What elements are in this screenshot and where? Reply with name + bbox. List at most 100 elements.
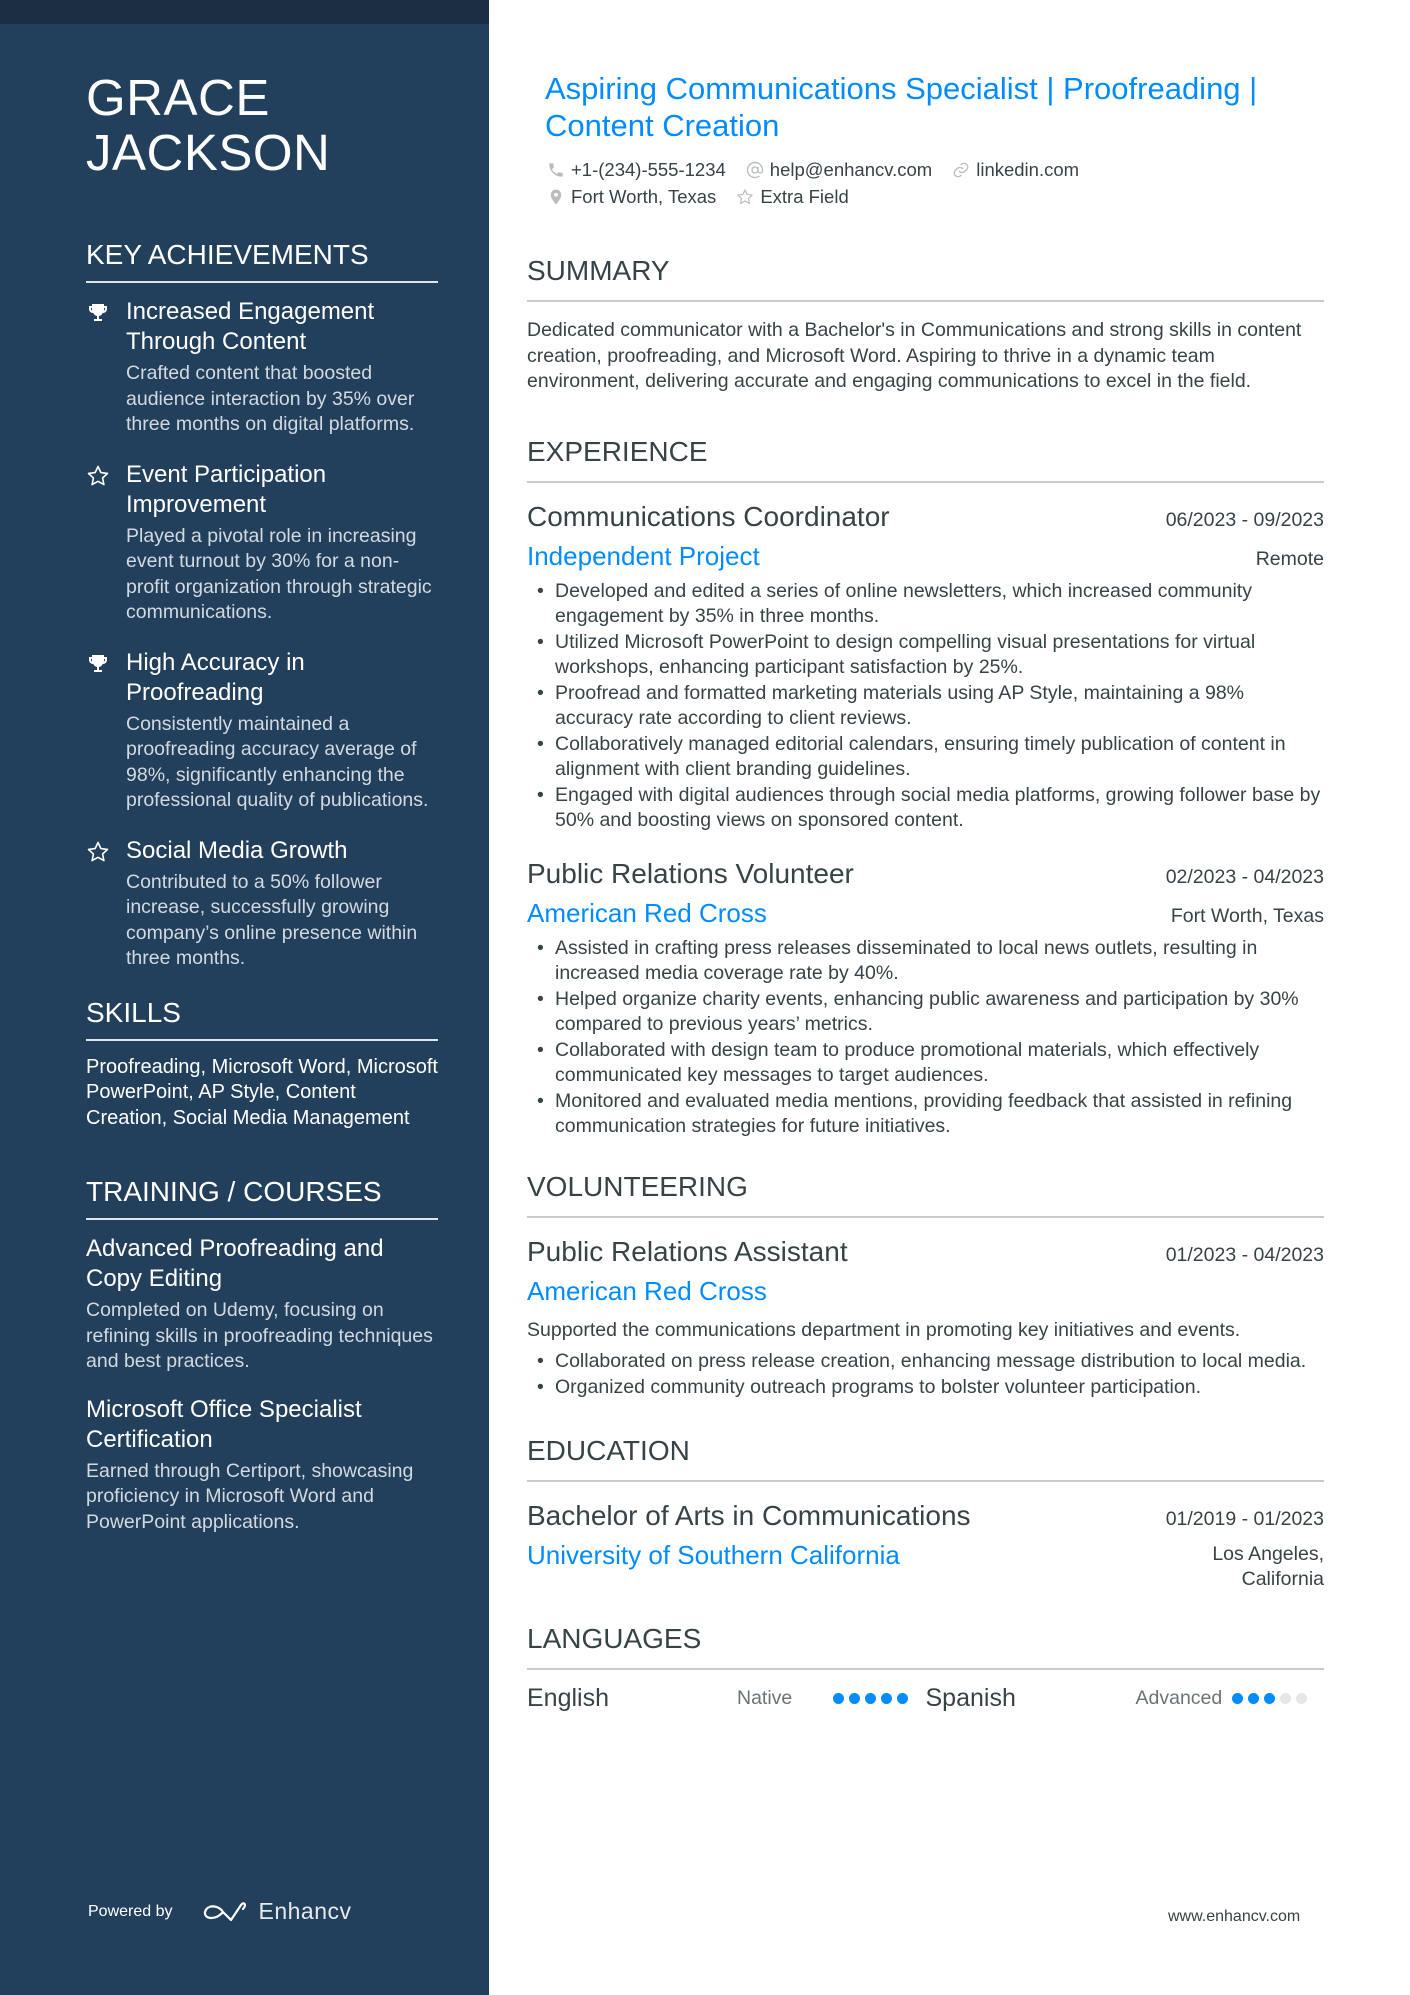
- phone-icon: [549, 162, 563, 177]
- course-desc: Earned through Certiport, showcasing pro…: [86, 1459, 414, 1533]
- trophy-icon: [86, 297, 126, 438]
- entry-organization[interactable]: American Red Cross: [527, 1274, 767, 1308]
- bullet-item: Developed and edited a series of online …: [527, 579, 1324, 630]
- achievement-item: Social Media Growth Contributed to a 50% …: [86, 836, 438, 972]
- entry-subheader: University of Southern California Los Ang…: [527, 1538, 1324, 1592]
- entry-item: Communications Coordinator 06/2023 - 09/2…: [527, 499, 1324, 834]
- languages-title: LANGUAGES: [527, 1622, 1324, 1670]
- contact-linkedin-text: linkedin.com: [976, 158, 1080, 180]
- entry-header: Communications Coordinator 06/2023 - 09/2…: [527, 499, 1324, 535]
- contact-location-text: Fort Worth, Texas: [571, 185, 717, 207]
- achievement-title: Event Participation Improvement: [126, 460, 327, 518]
- contact-email[interactable]: help@enhancv.com: [746, 159, 932, 181]
- language-item: Spanish Advanced: [926, 1684, 1325, 1713]
- education-title: EDUCATION: [527, 1434, 1324, 1482]
- enhancv-logo-icon: [203, 1901, 246, 1921]
- course-item: Microsoft Office Specialist Certificatio…: [86, 1395, 438, 1536]
- entry-title: Communications Coordinator: [527, 500, 890, 532]
- footer-website[interactable]: www.enhancv.com: [1168, 1908, 1300, 1926]
- rating-dot-empty: [1295, 1692, 1307, 1704]
- trophy-icon: [86, 648, 126, 814]
- volunteering-section: VOLUNTEERING Public Relations Assistant 0…: [527, 1170, 1324, 1401]
- skills-section: SKILLS Proofreading, Microsoft Word, Mic…: [86, 996, 438, 1132]
- summary-text: Dedicated communicator with a Bachelor's…: [527, 319, 1302, 392]
- entry-location: Remote: [1255, 547, 1324, 570]
- contact-extra: Extra Field: [736, 186, 849, 208]
- achievement-item: Event Participation Improvement Played a …: [86, 460, 438, 626]
- course-title: Microsoft Office Specialist Certificatio…: [86, 1395, 362, 1453]
- contact-row-2: Fort Worth, Texas Extra Field: [547, 183, 1324, 210]
- entry-location: Los Angeles, California: [1212, 1542, 1324, 1592]
- languages-section: LANGUAGES English Native Spanish Advanced: [527, 1622, 1324, 1718]
- contact-linkedin[interactable]: linkedin.com: [952, 159, 1079, 181]
- at-icon: [746, 161, 763, 178]
- bullet-item: Proofread and formatted marketing materi…: [527, 681, 1324, 732]
- entry-title: Public Relations Assistant: [527, 1235, 848, 1267]
- achievement-body: Increased Engagement Through Content Craf…: [126, 297, 438, 438]
- star-icon: [86, 836, 126, 972]
- contact-phone-text: +1-(234)-555-1234: [571, 158, 726, 180]
- powered-by-label: Powered by: [88, 1902, 173, 1920]
- rating-dot-filled: [833, 1692, 844, 1704]
- course-desc: Completed on Udemy, focusing on refining…: [86, 1299, 433, 1372]
- bullet-item: Collaboratively managed editorial calend…: [527, 732, 1324, 783]
- achievement-title: Increased Engagement Through Content: [126, 298, 375, 355]
- entry-item: Public Relations Volunteer 02/2023 - 04/2…: [527, 856, 1324, 1140]
- sidebar-top-band: [0, 0, 489, 24]
- achievement-title: High Accuracy in Proofreading: [126, 648, 305, 706]
- contact-phone[interactable]: +1-(234)-555-1234: [547, 159, 726, 181]
- language-level: Native: [737, 1686, 793, 1709]
- contact-email-text: help@enhancv.com: [769, 158, 933, 180]
- entry-bullets: Assisted in crafting press releases diss…: [527, 936, 1324, 1140]
- entry-organization[interactable]: American Red Cross: [527, 896, 767, 930]
- language-name: English: [527, 1683, 609, 1712]
- headline: Aspiring Communications Specialist | Pro…: [545, 71, 1258, 143]
- powered-by: Powered by Enhancv: [88, 1898, 352, 1925]
- rating-dot-filled: [897, 1692, 908, 1704]
- achievement-desc: Crafted content that boosted audience in…: [126, 362, 415, 435]
- star-icon: [737, 188, 754, 204]
- achievement-desc: Contributed to a 50% follower increase, …: [126, 870, 418, 970]
- languages-list: English Native Spanish Advanced: [527, 1678, 1324, 1718]
- entry-location: Fort Worth, Texas: [1170, 904, 1324, 927]
- bullet-item: Assisted in crafting press releases diss…: [527, 936, 1324, 987]
- link-icon: [953, 162, 969, 177]
- school[interactable]: University of Southern California: [527, 1538, 900, 1572]
- achievements-section: KEY ACHIEVEMENTS Increased Engagement Th…: [86, 238, 438, 972]
- volunteering-title: VOLUNTEERING: [527, 1170, 1324, 1218]
- achievement-body: Social Media Growth Contributed to a 50% …: [126, 836, 438, 972]
- training-title: TRAINING / COURSES: [86, 1175, 438, 1220]
- language-item: English Native: [527, 1684, 926, 1713]
- rating-dot-filled: [849, 1692, 860, 1704]
- entry-subheader: American Red Cross: [527, 1274, 1324, 1308]
- course-item: Advanced Proofreading and Copy Editing Co…: [86, 1234, 438, 1375]
- language-rating: [1231, 1692, 1312, 1704]
- bullet-item: Monitored and evaluated media mentions, …: [527, 1089, 1324, 1140]
- rating-dot-empty: [1279, 1692, 1291, 1704]
- sidebar: GRACE JACKSON KEY ACHIEVEMENTS Increased…: [0, 0, 489, 1995]
- bullet-item: Collaborated with design team to produce…: [527, 1038, 1324, 1089]
- bullet-item: Organized community outreach programs to…: [527, 1375, 1324, 1401]
- entry-subheader: American Red Cross Fort Worth, Texas: [527, 896, 1324, 930]
- entry-bullets: Collaborated on press release creation, …: [527, 1349, 1324, 1400]
- skills-title: SKILLS: [86, 996, 438, 1041]
- entry-organization[interactable]: Independent Project: [527, 539, 760, 573]
- enhancv-name: Enhancv: [258, 1898, 352, 1924]
- bullet-item: Collaborated on press release creation, …: [527, 1349, 1324, 1375]
- contact-row-1: +1-(234)-555-1234 help@enhancv.com linke…: [547, 156, 1324, 183]
- entry-header: Bachelor of Arts in Communications 01/201…: [527, 1498, 1324, 1534]
- rating-dot-filled: [1247, 1692, 1259, 1704]
- rating-dot-filled: [881, 1692, 892, 1704]
- bullet-item: Engaged with digital audiences through s…: [527, 783, 1324, 834]
- language-level: Advanced: [1135, 1686, 1223, 1709]
- rating-dot-filled: [1231, 1692, 1243, 1704]
- candidate-name: GRACE JACKSON: [86, 69, 331, 181]
- language-rating: [833, 1692, 913, 1704]
- rating-dot-filled: [865, 1692, 876, 1704]
- entry-dates: 01/2023 - 04/2023: [1165, 1243, 1324, 1266]
- contact-info: +1-(234)-555-1234 help@enhancv.com linke…: [547, 156, 1324, 210]
- enhancv-logo[interactable]: Enhancv: [201, 1898, 352, 1925]
- entry-dates: 02/2023 - 04/2023: [1165, 865, 1324, 888]
- bullet-item: Utilized Microsoft PowerPoint to design …: [527, 630, 1324, 681]
- entry-dates: 06/2023 - 09/2023: [1165, 508, 1324, 531]
